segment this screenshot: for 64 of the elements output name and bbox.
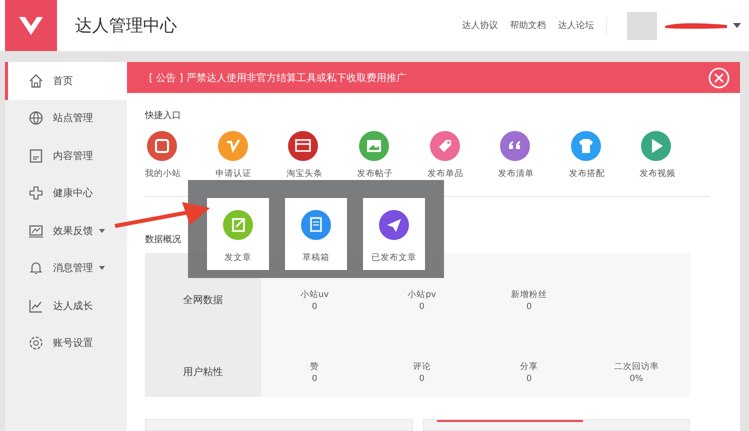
metric-label: 新增粉丝 [511, 289, 548, 301]
metric-value: 0 [526, 301, 532, 313]
sidebar-item[interactable]: 首页 [5, 62, 127, 100]
metric-label: 赞 [310, 361, 320, 373]
shortcut-label[interactable]: 发布单品 [428, 168, 464, 180]
v-mark-icon [218, 131, 248, 161]
notice-text: [ 公告 ] 严禁达人使用非官方结算工具或私下收取费用推广 [149, 72, 408, 84]
sidebar-item[interactable]: 内容管理 [5, 137, 127, 174]
metric-value: 0% [630, 373, 644, 385]
shortcut-label[interactable]: 发布视频 [639, 168, 676, 180]
shortcut-label[interactable]: 发布帖子 [356, 168, 393, 180]
header-link[interactable]: 达人协议 [462, 19, 498, 32]
shortcut-label[interactable]: 淘宝头条 [286, 168, 322, 180]
metric-value: 0 [419, 301, 425, 313]
sidebar-item[interactable]: 账号设置 [5, 324, 127, 362]
document-icon [28, 148, 44, 164]
globe-icon [28, 110, 44, 126]
metric-label: 分享 [520, 361, 538, 373]
metric-label: 小站pv [408, 289, 436, 301]
home-icon [28, 72, 44, 89]
quote-icon [500, 131, 530, 161]
shortcut-label[interactable]: 我的小站 [145, 168, 181, 180]
sidebar-item[interactable]: 消息管理 [5, 250, 127, 287]
sidebar-item[interactable]: 达人成长 [5, 287, 127, 324]
sidebar-item[interactable]: 效果反馈 [5, 212, 127, 250]
play-icon [641, 131, 672, 161]
edit-icon [223, 210, 253, 240]
sidebar-item[interactable]: 站点管理 [5, 100, 127, 137]
shortcut-label[interactable]: 发布搭配 [568, 168, 605, 180]
t-shirt-icon [570, 131, 601, 161]
menu-item[interactable]: 草稿箱 [285, 198, 347, 270]
shortcut-label[interactable]: 申请认证 [216, 168, 252, 180]
metric-value: 0 [312, 373, 318, 385]
shortcut-label[interactable]: 发布清单 [498, 168, 534, 180]
bell-icon [28, 260, 44, 276]
header-link[interactable]: 帮助文档 [510, 19, 546, 32]
paper-plane-icon [379, 210, 409, 240]
metric-label: 评论 [412, 361, 431, 373]
caret-icon [733, 22, 741, 28]
arrow-icon [112, 200, 212, 230]
metric-value: 0 [419, 373, 425, 385]
metric-value: 0 [312, 301, 318, 313]
logo[interactable] [5, 0, 57, 51]
close-icon [708, 66, 730, 88]
image-icon [358, 131, 389, 161]
metric-label: 二次回访率 [614, 361, 659, 373]
metric-value: 0 [526, 373, 532, 385]
section-title: 数据概况 [145, 234, 181, 246]
menu-item[interactable]: 发文章 [207, 198, 269, 270]
settings-icon [28, 335, 44, 352]
logo-icon [17, 14, 45, 36]
menu-item[interactable]: 已发布文章 [363, 198, 425, 270]
section-title: 快捷入口 [145, 110, 181, 122]
cross-icon [28, 185, 44, 202]
chart-icon [28, 222, 44, 239]
row-header: 用户粘性 [145, 325, 261, 397]
line-chart-icon [28, 298, 44, 314]
metric-label: 小站uv [300, 289, 329, 301]
browser-window-icon [288, 131, 318, 161]
document-icon [301, 210, 331, 240]
sidebar-item[interactable]: 健康中心 [5, 174, 127, 212]
header-link[interactable]: 达人论坛 [558, 19, 594, 32]
app-title: 达人管理中心 [75, 15, 178, 37]
tag-icon [430, 131, 460, 161]
